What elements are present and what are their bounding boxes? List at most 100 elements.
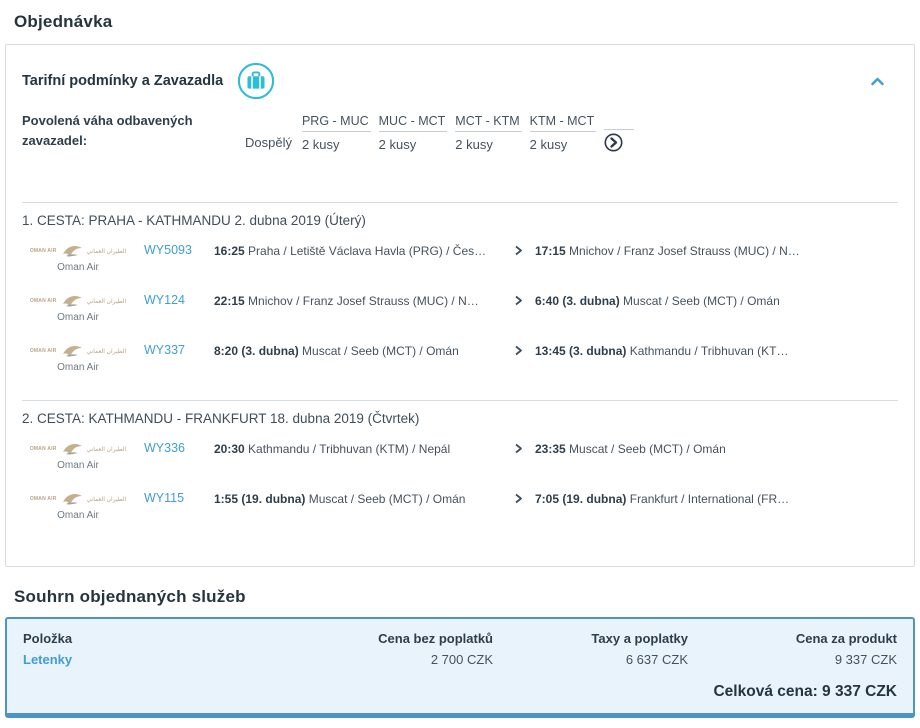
departure-date: (19. dubna)	[241, 492, 306, 506]
arrival-date: (19. dubna)	[562, 492, 627, 506]
arrival-time: 6:40	[535, 294, 560, 308]
oman-air-bird-icon	[62, 346, 82, 357]
chevron-right-icon	[514, 493, 523, 504]
arrival-time: 13:45	[535, 344, 566, 358]
departure-info: 8:20 (3. dubna) Muscat / Seeb (MCT) / Om…	[214, 343, 506, 360]
departure-date: (3. dubna)	[241, 344, 299, 358]
oman-air-logo-latin: OMAN AIR	[29, 446, 57, 452]
departure-info: 1:55 (19. dubna) Muscat / Seeb (MCT) / O…	[214, 491, 506, 508]
allowance-col-ktm-mct: KTM - MCT 2 kusy	[529, 114, 597, 152]
oman-air-logo: OMAN AIR الطيران العماني Oman Air	[22, 440, 134, 471]
passenger-type-label: Dospělý	[245, 135, 292, 150]
departure-time: 16:25	[214, 244, 245, 258]
flight-number-link[interactable]: WY5093	[144, 243, 200, 257]
summary-title: Souhrn objednaných služeb	[14, 587, 246, 606]
oman-air-logo: OMAN AIR الطيران العماني Oman Air	[22, 242, 134, 273]
airline-name: Oman Air	[57, 262, 99, 273]
route-label-empty	[604, 111, 635, 130]
journey-1: 1. CESTA: PRAHA - KATHMANDU 2. dubna 201…	[22, 202, 898, 376]
oman-air-bird-icon	[62, 246, 82, 257]
arrival-airport: Muscat / Seeb (MCT) / Omán	[623, 294, 780, 308]
departure-info: 16:25 Praha / Letiště Václava Havla (PRG…	[214, 243, 506, 260]
route-label: KTM - MCT	[529, 114, 597, 132]
route-allowance: 2 kusy	[455, 137, 493, 152]
route-allowance: 2 kusy	[378, 137, 417, 152]
oman-air-logo-latin: OMAN AIR	[29, 496, 57, 502]
chevron-up-icon[interactable]	[871, 77, 884, 86]
allowance-more-col	[604, 111, 635, 152]
baggage-allowance-table: Dospělý PRG - MUC 2 kusy MUC - MCT 2 kus…	[245, 111, 642, 152]
summary-col-product-price: Cena za produkt	[795, 631, 897, 646]
flight-number-link[interactable]: WY337	[144, 343, 200, 357]
flight-row: OMAN AIR الطيران العماني Oman Air WY5093…	[22, 242, 898, 276]
oman-air-logo: OMAN AIR الطيران العماني Oman Air	[22, 342, 134, 373]
baggage-allowance: Povolená váha odbavených zavazadel: Dosp…	[22, 111, 898, 152]
baggage-allowance-label: Povolená váha odbavených zavazadel:	[22, 113, 193, 148]
order-page: Objednávka Tarifní podmínky a Zavazadla	[0, 0, 920, 718]
oman-air-logo-arabic: الطيران العماني	[86, 496, 127, 503]
arrival-info: 17:15 Mnichov / Franz Josef Strauss (MUC…	[535, 243, 898, 260]
flight-number-link[interactable]: WY115	[144, 491, 200, 505]
arrow-right-circle-icon[interactable]	[604, 130, 634, 152]
departure-airport: Kathmandu / Tribhuvan (KTM) / Nepál	[248, 442, 451, 456]
chevron-right-icon	[514, 345, 523, 356]
arrival-date: (3. dubna)	[562, 294, 620, 308]
arrival-date: (3. dubna)	[569, 344, 627, 358]
departure-airport: Muscat / Seeb (MCT) / Omán	[308, 492, 466, 506]
tariff-card-header: Tarifní podmínky a Zavazadla	[22, 61, 898, 101]
departure-time: 1:55	[214, 492, 239, 506]
journey-1-header: 1. CESTA: PRAHA - KATHMANDU 2. dubna 201…	[22, 213, 366, 228]
flight-row: OMAN AIR الطيران العماني Oman Air WY336 …	[22, 440, 898, 474]
letenky-link[interactable]: Letenky	[23, 652, 72, 667]
product-price-value: 9 337 CZK	[834, 652, 897, 667]
route-label: PRG - MUC	[301, 114, 371, 132]
arrival-time: 23:35	[535, 442, 566, 456]
taxes-value: 6 637 CZK	[625, 652, 688, 667]
arrival-info: 13:45 (3. dubna) Kathmandu / Tribhuvan (…	[535, 343, 898, 360]
summary-table: Položka Letenky Cena bez poplatků 2 700 …	[23, 631, 897, 667]
route-label: MCT - KTM	[455, 114, 522, 132]
page-title: Objednávka	[14, 12, 113, 31]
oman-air-logo: OMAN AIR الطيران العماني Oman Air	[22, 490, 134, 521]
arrival-airport: Muscat / Seeb (MCT) / Omán	[569, 442, 726, 456]
arrival-time: 7:05	[535, 492, 560, 506]
flight-number-link[interactable]: WY336	[144, 441, 200, 455]
departure-airport: Muscat / Seeb (MCT) / Omán	[302, 344, 459, 358]
allowance-col-prg-muc: PRG - MUC 2 kusy	[301, 114, 371, 152]
oman-air-logo-latin: OMAN AIR	[29, 248, 57, 254]
airline-name: Oman Air	[57, 362, 99, 373]
arrival-airport: Mnichov / Franz Josef Strauss (MUC) / N…	[569, 244, 800, 258]
oman-air-bird-icon	[62, 494, 82, 505]
departure-info: 22:15 Mnichov / Franz Josef Strauss (MUC…	[214, 293, 506, 310]
flight-row: OMAN AIR الطيران العماني Oman Air WY124 …	[22, 292, 898, 326]
flight-number-link[interactable]: WY124	[144, 293, 200, 307]
flight-row: OMAN AIR الطيران العماني Oman Air WY115 …	[22, 490, 898, 524]
departure-airport: Mnichov / Franz Josef Strauss (MUC) / N…	[248, 294, 479, 308]
oman-air-logo-arabic: الطيران العماني	[86, 248, 127, 255]
arrival-info: 6:40 (3. dubna) Muscat / Seeb (MCT) / Om…	[535, 293, 898, 310]
airline-name: Oman Air	[57, 510, 99, 521]
arrival-info: 7:05 (19. dubna) Frankfurt / Internation…	[535, 491, 898, 508]
oman-air-bird-icon	[62, 296, 82, 307]
route-allowance: 2 kusy	[529, 137, 568, 152]
summary-col-net-price: Cena bez poplatků	[378, 631, 493, 646]
oman-air-logo: OMAN AIR الطيران العماني Oman Air	[22, 292, 134, 323]
summary-col-item: Položka	[23, 631, 73, 646]
route-label: MUC - MCT	[378, 114, 448, 132]
allowance-col-mct-ktm: MCT - KTM 2 kusy	[455, 114, 522, 152]
route-allowance: 2 kusy	[301, 137, 340, 152]
arrival-airport: Kathmandu / Tribhuvan (KT…	[629, 344, 789, 358]
grand-total: Celková cena: 9 337 CZK	[713, 683, 897, 700]
airline-name: Oman Air	[57, 312, 99, 323]
chevron-right-icon	[514, 245, 523, 256]
summary-box: Položka Letenky Cena bez poplatků 2 700 …	[5, 617, 915, 718]
oman-air-logo-latin: OMAN AIR	[29, 348, 57, 354]
chevron-right-icon	[514, 295, 523, 306]
oman-air-logo-arabic: الطيران العماني	[86, 298, 127, 305]
arrival-time: 17:15	[535, 244, 566, 258]
departure-info: 20:30 Kathmandu / Tribhuvan (KTM) / Nepá…	[214, 441, 506, 458]
oman-air-logo-arabic: الطيران العماني	[86, 348, 127, 355]
arrival-info: 23:35 Muscat / Seeb (MCT) / Omán	[535, 441, 898, 458]
summary-col-taxes: Taxy a poplatky	[591, 631, 688, 646]
allowance-col-muc-mct: MUC - MCT 2 kusy	[378, 114, 448, 152]
